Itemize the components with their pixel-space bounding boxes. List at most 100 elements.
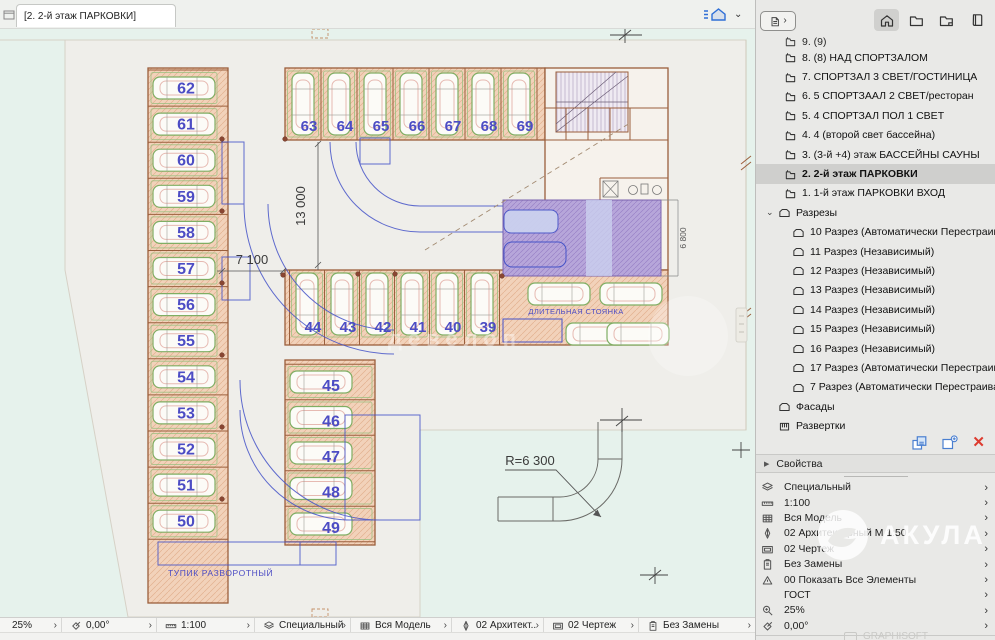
chevron-right-icon[interactable]: › [247,620,250,631]
chevron-right-icon[interactable]: › [984,482,995,494]
status-segment-0[interactable]: 25%› [0,618,62,633]
tree-item-0[interactable]: 9. (9) [756,36,995,48]
resize-grip[interactable] [844,476,908,477]
chevron-down-icon: ⌄ [734,10,742,20]
status-segment-1[interactable]: 0,00°› [62,618,157,633]
tree-item-1[interactable]: 8. (8) НАД СПОРТЗАЛОМ [756,48,995,67]
property-value: 1:100 [784,498,984,509]
status-segment-7[interactable]: Без Замены› [639,618,755,633]
status-segment-label: 25% [8,620,54,631]
add-view-icon[interactable] [941,435,959,451]
chevron-right-icon[interactable]: › [54,620,57,631]
floor-plan[interactable]: 6261605958575655545352515063646566676869… [0,28,755,617]
mode-view-map-button[interactable] [904,9,929,31]
mode-publisher-button[interactable] [964,9,989,31]
chevron-right-icon[interactable]: › [149,620,152,631]
property-row-6[interactable]: 00 Показать Все Элементы› [756,572,995,587]
status-segment-6[interactable]: 02 Чертеж› [544,618,639,633]
edge-scroll-marker[interactable] [736,308,747,342]
tree-item-3[interactable]: 6. 5 СПОРТЗААЛ 2 СВЕТ/ресторан [756,87,995,106]
view-map-icon [909,13,924,27]
tree-item-label: Разрезы [796,207,837,219]
chevron-right-icon[interactable]: › [631,620,634,631]
purple-zone [503,200,661,276]
property-row-1[interactable]: 1:100› [756,495,995,510]
tree-item-label: 12 Разрез (Независимый) [810,265,935,277]
mode-layout-book-button[interactable] [934,9,959,31]
tree-item-5[interactable]: 4. 4 (второй свет бассейна) [756,126,995,145]
status-segment-3[interactable]: Специальный› [255,618,351,633]
mode-project-map-button[interactable] [874,9,899,31]
tab-title: [2. 2-й этаж ПАРКОВКИ] [24,11,136,22]
chevron-right-icon[interactable]: › [984,512,995,524]
tree-item-9[interactable]: ⌄ Разрезы [756,203,995,222]
chevron-right-icon[interactable]: › [984,543,995,555]
model-view-options-icon [761,543,774,556]
story-selector-button[interactable]: ⌄ [702,5,752,24]
chevron-right-icon[interactable]: › [748,620,751,631]
tree-item-8[interactable]: 1. 1-й этаж ПАРКОВКИ ВХОД [756,184,995,203]
property-value: Специальный [784,482,984,493]
chevron-right-icon[interactable]: › [984,574,995,586]
chevron-right-icon[interactable]: › [984,589,995,601]
tab-floor-plan[interactable]: [2. 2-й этаж ПАРКОВКИ] [16,4,176,27]
tree-item-13[interactable]: 13 Разрез (Независимый) [756,281,995,300]
property-row-0[interactable]: Специальный› [756,480,995,495]
tree-item-4[interactable]: 5. 4 СПОРТЗАЛ ПОЛ 1 СВЕТ [756,106,995,125]
parking-spot-number-57: 57 [177,261,195,278]
chevron-right-icon[interactable]: › [984,559,995,571]
status-segment-4[interactable]: Вся Модель› [351,618,452,633]
parking-spot-number-67: 67 [445,118,462,135]
tree-item-19[interactable]: Фасады [756,397,995,416]
parking-spot-number-60: 60 [177,153,195,170]
drawing-area[interactable]: 6261605958575655545352515063646566676869… [0,28,755,617]
tree-item-14[interactable]: 14 Разрез (Независимый) [756,300,995,319]
status-segment-label: Специальный [275,620,343,631]
properties-header[interactable]: ▶ Свойства [756,454,995,473]
chevron-right-icon[interactable]: › [984,605,995,617]
chevron-right-icon[interactable]: › [444,620,447,631]
status-segment-2[interactable]: 1:100› [157,618,255,633]
tree-item-6[interactable]: 3. (3-й +4) этаж БАССЕЙНЫ САУНЫ [756,145,995,164]
close-icon[interactable]: ✕ [972,435,985,450]
status-segment-5[interactable]: 02 Архитект...› [452,618,544,633]
chevron-right-icon[interactable]: › [984,497,995,509]
tree-item-7[interactable]: 2. 2-й этаж ПАРКОВКИ [756,164,995,183]
property-row-4[interactable]: 02 Чертеж› [756,542,995,557]
orientation-icon [70,620,82,632]
tree-item-11[interactable]: 11 Разрез (Независимый) [756,242,995,261]
project-chooser-button[interactable]: › [760,11,796,31]
parking-spot-number-62: 62 [177,81,195,98]
property-row-3[interactable]: 02 Архитектурный М 1:50› [756,526,995,541]
navigator-tree: 9. (9)8. (8) НАД СПОРТЗАЛОМ7. СПОРТЗАЛ 3… [756,36,995,433]
tree-item-17[interactable]: 17 Разрез (Автоматически Перестраиваемый… [756,358,995,377]
tree-item-10[interactable]: 10 Разрез (Автоматически Перестраиваемый… [756,223,995,242]
tree-item-2[interactable]: 7. СПОРТЗАЛ 3 СВЕТ/ГОСТИНИЦА [756,67,995,86]
chevron-right-icon[interactable]: › [343,620,346,631]
tree-item-16[interactable]: 16 Разрез (Независимый) [756,339,995,358]
tree-item-18[interactable]: 7 Разрез (Автоматически Перестраиваемый) [756,378,995,397]
tree-item-15[interactable]: 15 Разрез (Независимый) [756,319,995,338]
tree-item-label: 5. 4 СПОРТЗАЛ ПОЛ 1 СВЕТ [802,110,944,122]
status-segment-label: Без Замены [659,620,748,631]
property-row-7[interactable]: ГОСТ› [756,588,995,603]
parking-spot-number-58: 58 [177,225,195,242]
dead-end-label: ТУПИК РАЗВОРОТНЫЙ [168,567,273,578]
chevron-right-icon[interactable]: › [536,620,539,631]
story-icon [784,109,797,122]
section-icon [792,381,805,394]
property-row-8[interactable]: 25%› [756,603,995,618]
tree-item-20[interactable]: Развертки [756,416,995,433]
chevron-down-icon[interactable]: ⌄ [766,207,778,218]
property-value: 02 Архитектурный М 1:50 [784,528,984,539]
tree-item-12[interactable]: 12 Разрез (Независимый) [756,261,995,280]
property-row-2[interactable]: Вся Модель› [756,511,995,526]
project-icon [769,15,781,28]
property-row-5[interactable]: Без Замены› [756,557,995,572]
graphisoft-watermark: GRAPHISOFT [844,631,995,640]
renovation-filter-icon [761,574,774,587]
chevron-right-icon[interactable]: › [984,528,995,540]
publisher-icon [970,13,984,27]
story-icon [784,148,797,161]
clone-view-icon[interactable] [911,435,928,451]
